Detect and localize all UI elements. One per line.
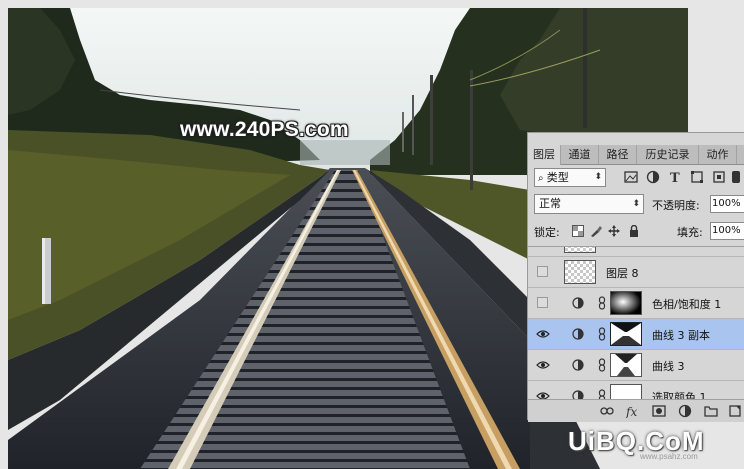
fx-icon[interactable]: fx xyxy=(626,404,640,418)
filter-toggle-switch[interactable] xyxy=(732,171,740,183)
layer-name: 色相/饱和度 1 xyxy=(652,298,722,311)
blend-mode-value: 正常 xyxy=(539,197,561,210)
lock-transparency-icon[interactable] xyxy=(572,225,584,237)
layer-name: 选取颜色 1 xyxy=(652,391,707,399)
layer-list: 图层 8 色相/饱和度 1 曲线 3 副本 曲线 3 选取颜色 1 xyxy=(528,246,744,399)
image-filter-icon[interactable] xyxy=(624,170,638,184)
chain-link-icon[interactable] xyxy=(598,296,606,310)
adjustment-layer-icon xyxy=(572,297,584,309)
layers-panel: 图层 通道 路径 历史记录 动作 ⌕ 类型 ⬍ T 正常 ⬍ 不透明度: 100… xyxy=(527,132,744,422)
filter-kind-label: 类型 xyxy=(546,171,569,184)
tab-paths[interactable]: 路径 xyxy=(599,145,637,164)
filter-kind-select[interactable]: ⌕ 类型 ⬍ xyxy=(534,168,606,187)
lock-position-icon[interactable] xyxy=(608,225,620,237)
new-group-icon[interactable] xyxy=(704,404,718,418)
tab-actions[interactable]: 动作 xyxy=(699,145,737,164)
layer-row-curves-3[interactable]: 曲线 3 xyxy=(528,350,744,381)
svg-text:T: T xyxy=(670,171,680,184)
adjustment-layer-icon xyxy=(572,328,584,340)
smart-object-filter-icon[interactable] xyxy=(712,170,726,184)
visibility-toggle[interactable] xyxy=(537,297,548,308)
panel-tab-bar: 图层 通道 路径 历史记录 动作 xyxy=(528,145,744,165)
transparent-thumbnail xyxy=(565,261,595,283)
new-layer-icon[interactable] xyxy=(728,404,742,418)
fill-input[interactable]: 100% xyxy=(710,222,744,240)
layer-mask-thumbnail xyxy=(610,291,642,315)
blend-mode-select[interactable]: 正常 ⬍ xyxy=(534,194,644,214)
eye-icon[interactable] xyxy=(536,360,550,370)
search-icon: ⌕ xyxy=(538,173,547,184)
chain-link-icon[interactable] xyxy=(598,327,606,341)
type-filter-icon[interactable]: T xyxy=(668,170,682,184)
mask-thumbnail xyxy=(611,323,641,345)
link-layers-icon[interactable] xyxy=(600,404,614,418)
layer-name: 曲线 3 副本 xyxy=(652,329,710,342)
layers-panel-footer: fx xyxy=(528,399,744,422)
up-down-caret-icon: ⬍ xyxy=(594,172,602,182)
layer-name: 图层 8 xyxy=(606,267,639,280)
lock-all-icon[interactable] xyxy=(628,225,640,237)
chain-link-icon[interactable] xyxy=(598,358,606,372)
watermark-text: www.240PS.com xyxy=(180,118,349,141)
layer-mask-thumbnail xyxy=(610,322,642,346)
tab-history[interactable]: 历史记录 xyxy=(637,145,699,164)
chain-link-icon[interactable] xyxy=(598,389,606,399)
mask-thumbnail xyxy=(615,354,637,376)
layer-row-hue-saturation-1[interactable]: 色相/饱和度 1 xyxy=(528,288,744,319)
new-adjustment-icon[interactable] xyxy=(678,404,692,418)
tab-layers[interactable]: 图层 xyxy=(528,145,561,165)
tab-channels[interactable]: 通道 xyxy=(561,145,599,164)
layer-name: 曲线 3 xyxy=(652,360,685,373)
layer-row-curves-3-copy[interactable]: 曲线 3 副本 xyxy=(528,319,744,350)
add-mask-icon[interactable] xyxy=(652,404,666,418)
mask-thumbnail xyxy=(611,292,641,314)
adjustment-layer-icon xyxy=(572,359,584,371)
visibility-toggle[interactable] xyxy=(537,266,548,277)
lock-label: 锁定: xyxy=(534,226,560,239)
shape-filter-icon[interactable] xyxy=(690,170,704,184)
adjustment-filter-icon[interactable] xyxy=(646,170,660,184)
lock-pixels-icon[interactable] xyxy=(590,225,602,237)
opacity-input[interactable]: 100% xyxy=(710,195,744,213)
layer-row-selective-color-1[interactable]: 选取颜色 1 xyxy=(528,381,744,399)
opacity-label: 不透明度: xyxy=(652,199,700,212)
layer-mask-thumbnail xyxy=(610,384,642,399)
svg-text:fx: fx xyxy=(626,405,637,418)
layer-filter-row: ⌕ 类型 ⬍ T xyxy=(532,168,742,190)
up-down-caret-icon: ⬍ xyxy=(632,199,640,209)
eye-icon[interactable] xyxy=(536,391,550,399)
blend-mode-row: 正常 ⬍ 不透明度: 100% xyxy=(532,194,744,216)
layer-thumbnail xyxy=(564,247,596,253)
layer-thumbnail xyxy=(564,260,596,284)
adjustment-layer-icon xyxy=(572,390,584,399)
layer-row-layer-8[interactable]: 图层 8 xyxy=(528,257,744,288)
fill-label: 填充: xyxy=(677,226,703,239)
site-logo-subtitle: www.psahz.com xyxy=(640,452,698,461)
lock-row: 锁定: 填充: 100% xyxy=(532,222,744,244)
eye-icon[interactable] xyxy=(536,329,550,339)
layer-row[interactable] xyxy=(528,247,744,257)
layer-mask-thumbnail xyxy=(610,353,642,377)
transparent-thumbnail xyxy=(565,247,595,252)
